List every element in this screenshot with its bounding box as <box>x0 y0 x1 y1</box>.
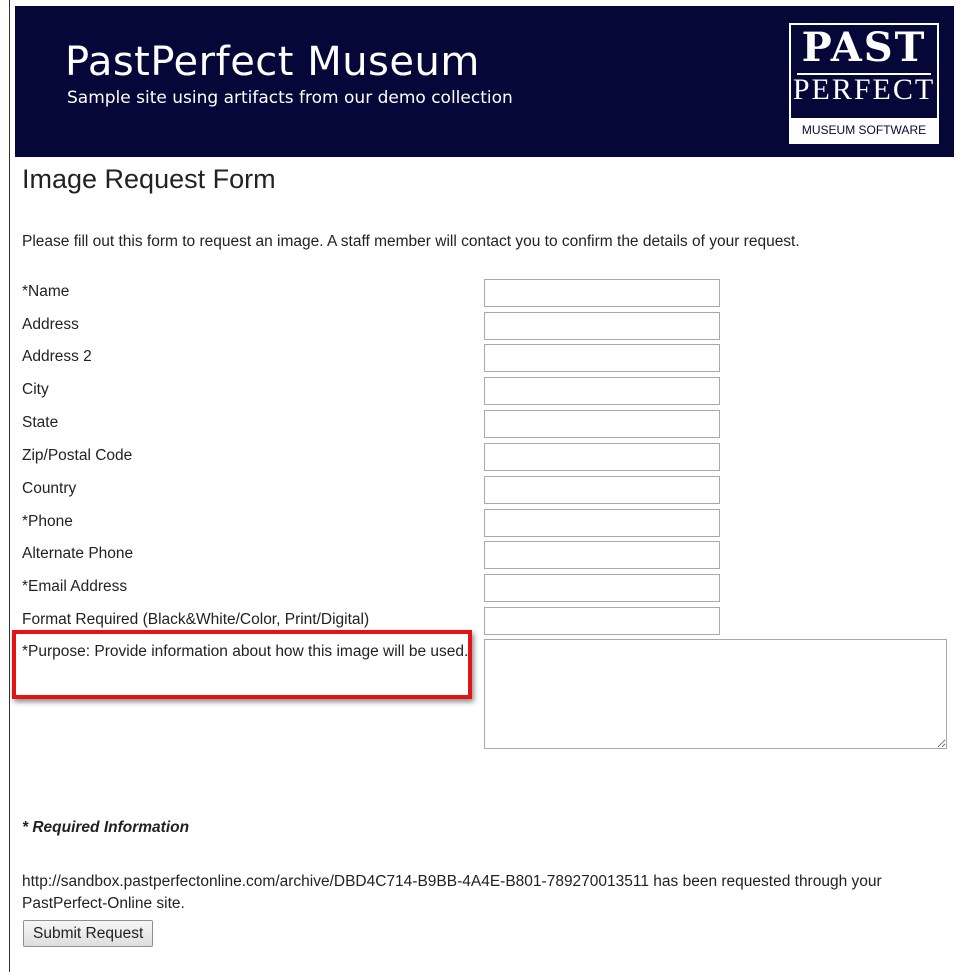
logo-line-past: PAST <box>801 24 927 71</box>
pastperfect-logo[interactable]: PAST PERFECT MUSEUM SOFTWARE <box>789 23 939 144</box>
phone-label: *Phone <box>22 513 73 530</box>
zip-postal-code-label: Zip/Postal Code <box>22 447 133 464</box>
address-label: Address <box>22 316 79 333</box>
name-label: *Name <box>22 283 70 300</box>
site-subtitle: Sample site using artifacts from our dem… <box>67 88 513 108</box>
site-header: PastPerfect Museum Sample site using art… <box>15 6 954 157</box>
city-label: City <box>22 381 49 398</box>
site-title[interactable]: PastPerfect Museum <box>65 42 480 82</box>
page-left-border <box>9 0 10 972</box>
purpose-textarea[interactable] <box>484 639 947 749</box>
phone-input[interactable] <box>484 509 720 537</box>
name-input[interactable] <box>484 279 720 307</box>
required-information-note: * Required Information <box>22 819 190 836</box>
format-required-label: Format Required (Black&White/Color, Prin… <box>22 611 370 628</box>
state-label: State <box>22 414 59 431</box>
country-input[interactable] <box>484 476 720 504</box>
email-address-label: *Email Address <box>22 578 128 595</box>
intro-text: Please fill out this form to request an … <box>22 233 800 250</box>
city-input[interactable] <box>484 377 720 405</box>
state-input[interactable] <box>484 410 720 438</box>
address-2-input[interactable] <box>484 344 720 372</box>
zip-postal-code-input[interactable] <box>484 443 720 471</box>
format-required-input[interactable] <box>484 607 720 635</box>
request-message: http://sandbox.pastperfectonline.com/arc… <box>22 873 882 912</box>
alternate-phone-input[interactable] <box>484 541 720 569</box>
country-label: Country <box>22 480 77 497</box>
address-2-label: Address 2 <box>22 348 92 365</box>
submit-request-button[interactable]: Submit Request <box>23 920 154 947</box>
logo-line-perfect: PERFECT <box>792 73 936 106</box>
logo-line-museum-software: MUSEUM SOFTWARE <box>791 118 937 142</box>
email-address-input[interactable] <box>484 574 720 602</box>
alternate-phone-label: Alternate Phone <box>22 545 134 562</box>
address-input[interactable] <box>484 312 720 340</box>
purpose-highlight-box <box>12 630 472 699</box>
page-title: Image Request Form <box>22 164 276 194</box>
